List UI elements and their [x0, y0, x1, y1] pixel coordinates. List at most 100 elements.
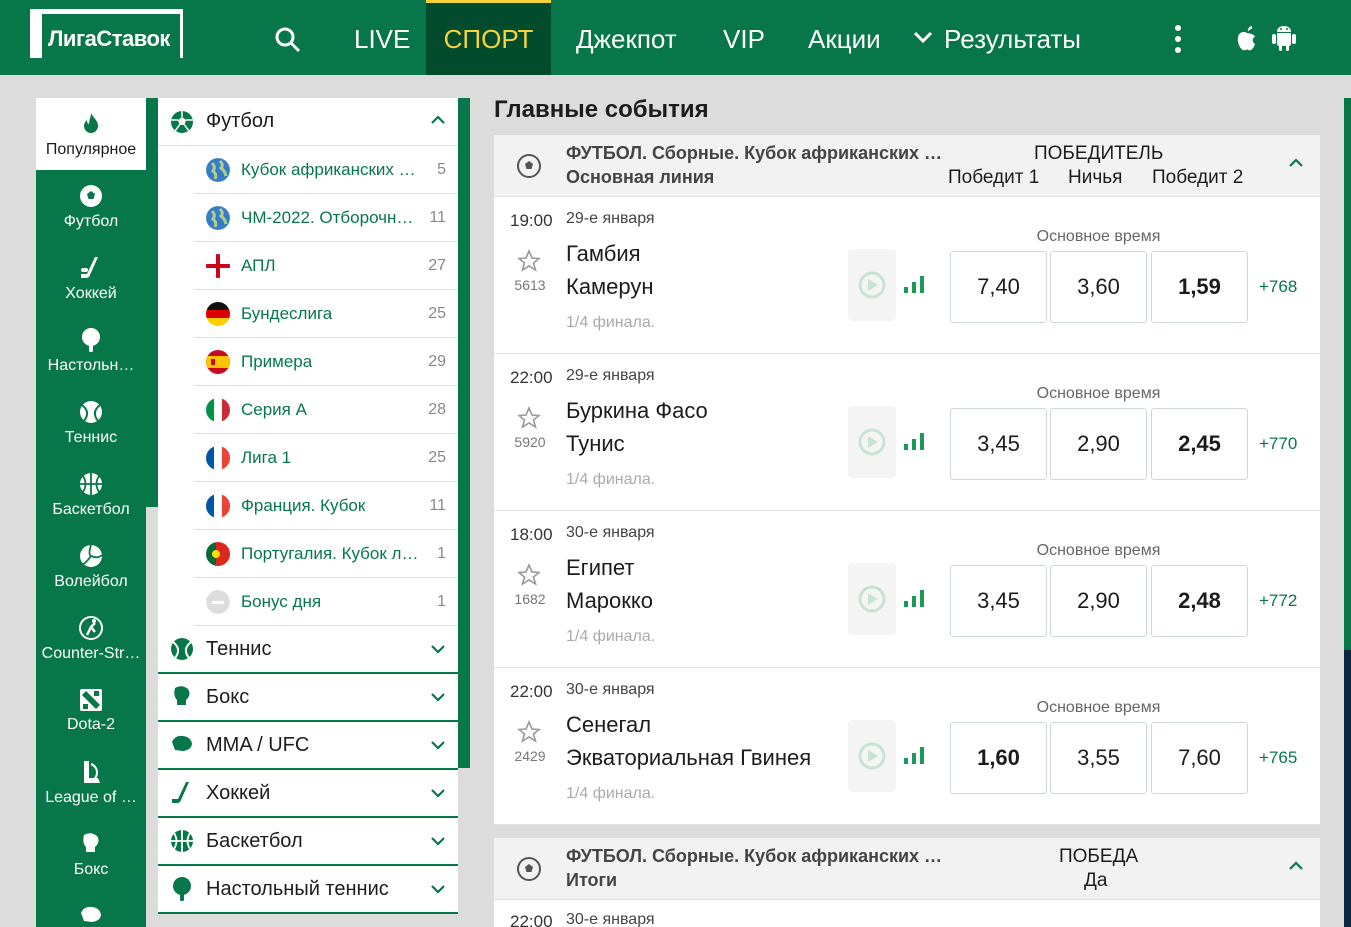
chevron-down-icon[interactable] [430, 787, 446, 799]
chevron-up-icon[interactable] [1288, 860, 1304, 872]
video-play-icon[interactable] [848, 720, 896, 792]
sidebar-label: Настольн… [47, 357, 135, 374]
odds-button[interactable]: 3,60 [1050, 251, 1147, 323]
more-markets-link[interactable]: +770 [1259, 434, 1297, 454]
star-icon[interactable] [517, 406, 541, 430]
tournament-item[interactable]: ЧМ-2022. Отборочны… 11 [194, 194, 458, 242]
sport-item[interactable]: Теннис [158, 626, 458, 674]
group-header[interactable]: ФУТБОЛ. Сборные. Кубок африканских … Осн… [494, 135, 1320, 197]
sport-item[interactable]: Баскетбол [158, 818, 458, 866]
video-play-icon[interactable] [848, 249, 896, 321]
statistics-icon[interactable] [902, 431, 926, 451]
search-icon[interactable] [274, 26, 302, 59]
hockey-stick-icon [81, 257, 98, 278]
statistics-icon[interactable] [902, 274, 926, 294]
chevron-up-icon[interactable] [1288, 157, 1304, 169]
tournament-item[interactable]: Примера 29 [194, 338, 458, 386]
more-markets-link[interactable]: +765 [1259, 748, 1297, 768]
odds-button[interactable]: 7,60 [1151, 722, 1248, 794]
sidebar-item-mma[interactable] [36, 890, 146, 927]
tournament-item[interactable]: Лига 1 25 [194, 434, 458, 482]
more-markets-link[interactable]: +768 [1259, 277, 1297, 297]
tournament-item[interactable]: Португалия. Кубок лиги 1 [194, 530, 458, 578]
chevron-down-icon[interactable] [430, 835, 446, 847]
sidebar-item-volleyball[interactable]: Волейбол [36, 530, 146, 602]
odds-button[interactable]: 2,45 [1151, 408, 1248, 480]
odds-button[interactable]: 3,45 [950, 565, 1047, 637]
team-away[interactable]: Марокко [566, 588, 653, 614]
team-home[interactable]: Сенегал [566, 712, 651, 738]
sidebar-item-basketball[interactable]: Баскетбол [36, 458, 146, 530]
tournament-item[interactable]: АПЛ 27 [194, 242, 458, 290]
match-row[interactable]: 19:00 29-е января 5613 Гамбия Камерун 1/4 фин… [494, 197, 1320, 354]
odds-button[interactable]: 2,90 [1050, 565, 1147, 637]
group-subtitle: Основная линия [566, 167, 715, 187]
odds-button[interactable]: 2,90 [1050, 408, 1147, 480]
odds-button[interactable]: 3,55 [1050, 722, 1147, 794]
odds-button[interactable]: 3,45 [950, 408, 1047, 480]
tournament-item[interactable]: Серия А 28 [194, 386, 458, 434]
chevron-down-icon[interactable] [430, 883, 446, 895]
android-icon[interactable] [1271, 24, 1297, 57]
soccer-ball-icon [517, 154, 541, 178]
statistics-icon[interactable] [902, 745, 926, 765]
team-away[interactable]: Тунис [566, 431, 625, 457]
team-home[interactable]: Буркина Фасо [566, 398, 708, 424]
sport-item[interactable]: Бокс [158, 674, 458, 722]
sidebar-item-popular[interactable]: Популярное [36, 98, 146, 170]
team-away[interactable]: Экваториальная Гвинея [566, 745, 811, 771]
sidebar-item-hockey[interactable]: Хоккей [36, 242, 146, 314]
video-play-icon[interactable] [848, 406, 896, 478]
tournament-item[interactable]: Бонус дня 1 [194, 578, 458, 626]
match-row[interactable]: 22:00 29-е января 5920 Буркина Фасо Тунис 1/4… [494, 354, 1320, 511]
odds-button[interactable]: 2,48 [1151, 565, 1248, 637]
mma-glove-icon [172, 735, 192, 751]
nav-vip[interactable]: VIP [723, 0, 765, 75]
chevron-up-icon[interactable] [430, 114, 446, 126]
nav-results[interactable]: Результаты [944, 0, 1081, 75]
menu-scrollbar[interactable] [458, 98, 470, 768]
team-away[interactable]: Камерун [566, 274, 654, 300]
more-menu-icon[interactable] [1171, 24, 1185, 59]
sidebar-item-boxing[interactable]: Бокс [36, 818, 146, 890]
tournament-item[interactable]: Кубок африканских н… 5 [194, 146, 458, 194]
odds-button[interactable]: 1,60 [950, 722, 1047, 794]
more-markets-link[interactable]: +772 [1259, 591, 1297, 611]
sidebar-item-dota[interactable]: Dota-2 [36, 674, 146, 746]
nav-live[interactable]: LIVE [354, 0, 410, 75]
sidebar-item-counter-strike[interactable]: Counter-Str… [36, 602, 146, 674]
group-header[interactable]: ФУТБОЛ. Сборные. Кубок африканских … Ито… [494, 838, 1320, 900]
chevron-down-icon[interactable] [913, 30, 933, 49]
apple-icon[interactable] [1235, 25, 1259, 58]
sidebar-item-football[interactable]: Футбол [36, 170, 146, 242]
sport-football-header[interactable]: Футбол [158, 98, 458, 146]
nav-promotions[interactable]: Акции [808, 0, 881, 75]
nav-sport[interactable]: СПОРТ [426, 0, 551, 75]
liga-stavok-logo[interactable]: ЛигаСтавок [30, 9, 183, 58]
star-icon[interactable] [517, 563, 541, 587]
chevron-down-icon[interactable] [430, 691, 446, 703]
match-row[interactable]: 18:00 30-е января 1682 Египет Марокко 1/4 фин… [494, 511, 1320, 668]
sidebar-item-league-of-legends[interactable]: League of … [36, 746, 146, 818]
sport-item[interactable]: MMA / UFC [158, 722, 458, 770]
sport-item[interactable]: Настольный теннис [158, 866, 458, 914]
chevron-down-icon[interactable] [430, 739, 446, 751]
team-home[interactable]: Египет [566, 555, 634, 581]
statistics-icon[interactable] [902, 588, 926, 608]
chevron-down-icon[interactable] [430, 643, 446, 655]
star-icon[interactable] [517, 249, 541, 273]
sidebar-item-tennis[interactable]: Теннис [36, 386, 146, 458]
counter-strike-icon [79, 616, 103, 640]
sidebar-item-table-tennis[interactable]: Настольн… [36, 314, 146, 386]
team-home[interactable]: Гамбия [566, 241, 641, 267]
nav-jackpot[interactable]: Джекпот [576, 0, 677, 75]
video-play-icon[interactable] [848, 563, 896, 635]
sport-item[interactable]: Хоккей [158, 770, 458, 818]
match-row[interactable]: 22:00 30-е января 2429 Сенегал Экваториальна… [494, 668, 1320, 825]
market-period: Основное время [1036, 228, 1161, 245]
odds-button[interactable]: 1,59 [1151, 251, 1248, 323]
star-icon[interactable] [517, 720, 541, 744]
tournament-item[interactable]: Бундеслига 25 [194, 290, 458, 338]
odds-button[interactable]: 7,40 [950, 251, 1047, 323]
tournament-item[interactable]: Франция. Кубок 11 [194, 482, 458, 530]
